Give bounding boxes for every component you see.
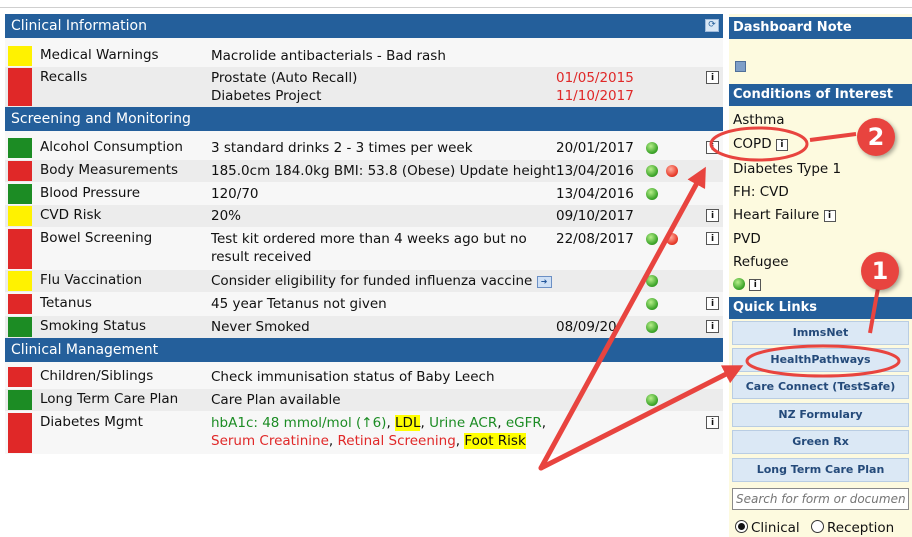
annotation-overlay xyxy=(538,126,901,471)
highlight-ellipse-healthpathways xyxy=(745,344,901,378)
annotation-badge-1: 1 xyxy=(861,252,899,290)
connector-badge-1 xyxy=(868,287,880,334)
arrow-to-copd xyxy=(538,166,706,471)
connector-badge-2 xyxy=(809,132,857,142)
annotation-badge-2: 2 xyxy=(857,118,895,156)
highlight-ellipse-copd xyxy=(709,126,809,162)
